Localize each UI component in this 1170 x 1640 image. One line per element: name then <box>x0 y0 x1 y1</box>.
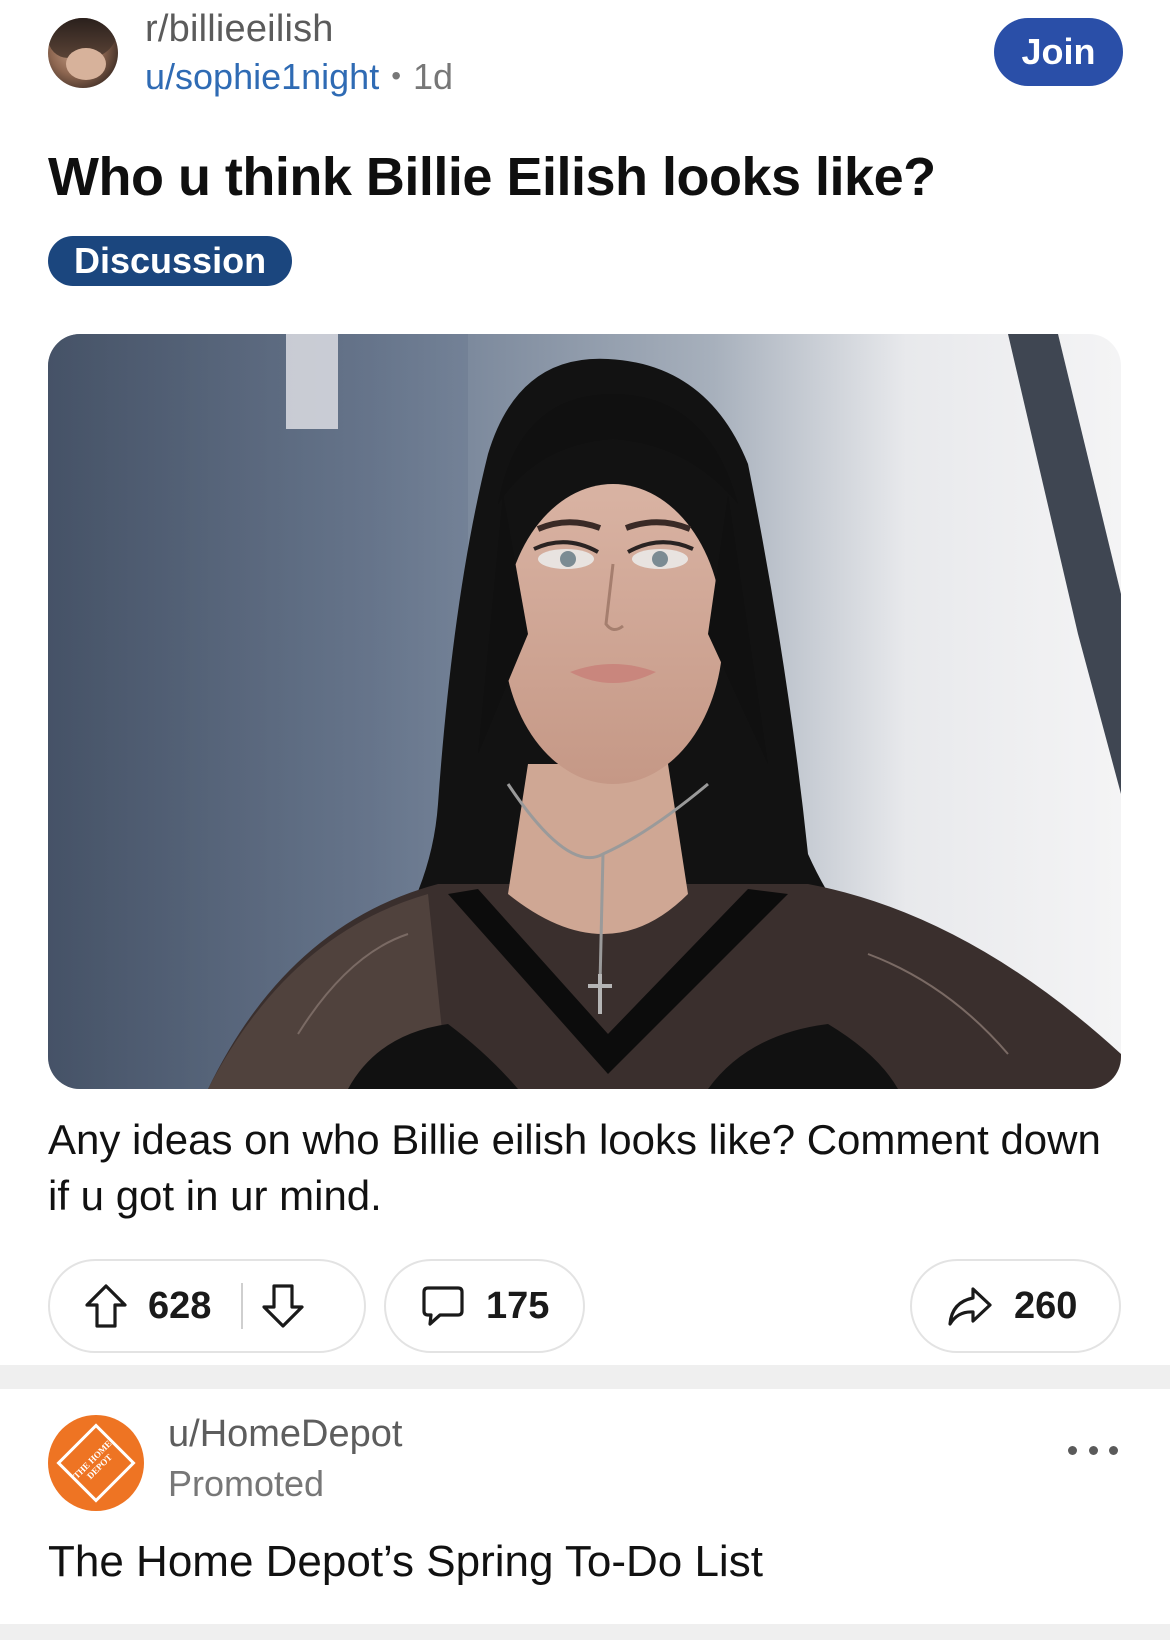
feed-separator <box>0 1365 1170 1389</box>
join-button[interactable]: Join <box>994 18 1123 86</box>
post-card: r/billieeilish u/sophie1night • 1d Join Wh… <box>0 0 1170 1365</box>
subreddit-avatar[interactable] <box>48 18 118 88</box>
promoted-title[interactable]: The Home Depot’s Spring To-Do List <box>48 1537 763 1587</box>
post-title[interactable]: Who u think Billie Eilish looks like? <box>48 146 936 208</box>
vote-divider <box>241 1283 244 1329</box>
home-depot-logo-text: THE HOME DEPOT <box>71 1438 115 1482</box>
arrow-up-icon[interactable] <box>84 1283 128 1329</box>
share-arrow-icon <box>946 1284 994 1328</box>
vote-control: 628 <box>48 1259 366 1353</box>
promoted-author[interactable]: u/HomeDepot <box>168 1413 402 1456</box>
share-button[interactable]: 260 <box>910 1259 1121 1353</box>
post-age: 1d <box>413 56 454 97</box>
post-meta: u/sophie1night • 1d <box>145 56 453 98</box>
post-flair[interactable]: Discussion <box>48 236 293 286</box>
comments-button[interactable]: 175 <box>384 1259 585 1353</box>
comment-count: 175 <box>486 1284 550 1327</box>
home-depot-logo[interactable]: THE HOME DEPOT <box>48 1415 144 1511</box>
post-body: Any ideas on who Billie eilish looks lik… <box>48 1116 1101 1219</box>
author-link[interactable]: u/sophie1night <box>145 56 379 97</box>
feed-separator-bottom <box>0 1624 1170 1640</box>
upvote-count: 628 <box>148 1284 212 1327</box>
share-count: 260 <box>1014 1284 1078 1327</box>
speech-bubble-icon <box>420 1283 466 1329</box>
promoted-label: Promoted <box>168 1463 325 1504</box>
arrow-down-icon[interactable] <box>261 1283 305 1329</box>
meta-separator: • <box>391 60 402 91</box>
subreddit-name[interactable]: r/billieeilish <box>145 8 334 51</box>
post-image[interactable] <box>48 334 1121 1089</box>
ellipsis-icon[interactable] <box>1068 1435 1118 1465</box>
portrait-photo <box>48 334 1121 1089</box>
promoted-post[interactable]: THE HOME DEPOT u/HomeDepot Promoted The … <box>0 1389 1170 1624</box>
